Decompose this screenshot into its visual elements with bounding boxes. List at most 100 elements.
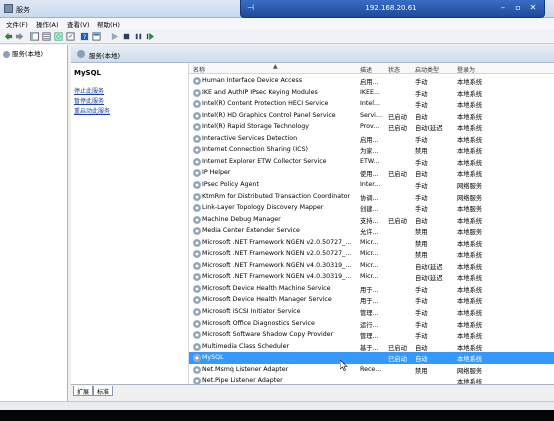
table-row[interactable]: Microsoft .NET Framework NGEN v4.0.30319… <box>189 271 554 283</box>
service-startup-type-cell: 手动 <box>415 206 428 214</box>
service-startup-type-cell: 自动 <box>415 217 428 225</box>
table-row[interactable]: Microsoft .NET Framework NGEN v4.0.30319… <box>189 260 554 272</box>
column-status[interactable]: 状态 <box>388 65 400 74</box>
minimize-icon[interactable]: – <box>498 3 508 13</box>
service-logon-cell: 本地系统 <box>457 263 483 271</box>
table-row[interactable]: Net.Msmq Listener Adapter Rece... 禁用 网络服务 <box>189 364 554 376</box>
restart-service-icon[interactable] <box>146 32 155 41</box>
remote-desktop-bar[interactable]: ⊣ 192.168.20.61 – ▫ ✕ <box>240 0 545 18</box>
help-icon[interactable]: ? <box>80 32 89 41</box>
service-description-cell: IKEE... <box>360 88 380 96</box>
service-gear-icon <box>193 169 201 178</box>
column-startup-type[interactable]: 启动类型 <box>415 65 439 74</box>
tree-node-services-local[interactable]: 服务(本地) <box>3 48 43 58</box>
table-row[interactable]: Microsoft Software Shadow Copy Provider 管… <box>189 329 554 341</box>
service-logon-cell: 本地系统 <box>457 356 483 364</box>
service-logon-cell: 本地服务 <box>457 229 483 237</box>
services-gear-icon <box>77 50 85 58</box>
window-title: 服务 <box>16 6 30 14</box>
table-row[interactable]: Intel(R) Content Protection HECI Service… <box>189 98 554 110</box>
service-name-cell: IP Helper <box>202 169 231 177</box>
pin-icon[interactable]: ⊣ <box>247 3 257 13</box>
show-hide-tree-icon[interactable] <box>30 32 39 41</box>
table-row[interactable]: Microsoft .NET Framework NGEN v2.0.50727… <box>189 248 554 260</box>
table-row[interactable]: KtmRm for Distributed Transaction Coordi… <box>189 191 554 203</box>
table-header: ▲ 名称 描述 状态 启动类型 登录为 <box>189 63 554 74</box>
table-row[interactable]: IP Helper 使用... 已启动 自动 本地系统 <box>189 167 554 179</box>
service-startup-type-cell: 自动 <box>415 171 428 179</box>
pause-service-icon[interactable] <box>134 32 143 41</box>
column-name[interactable]: 名称 <box>193 65 205 74</box>
column-log-on-as[interactable]: 登录为 <box>457 65 475 74</box>
table-row[interactable]: Microsoft Office Diagnostics Service 运行..… <box>189 318 554 330</box>
export-list-icon[interactable] <box>66 32 75 41</box>
service-description-cell: Rece... <box>360 365 382 373</box>
pause-service-link[interactable]: 暂停此服务 <box>74 96 104 105</box>
service-name-cell: Internet Explorer ETW Collector Service <box>202 157 327 165</box>
restore-icon[interactable]: ▫ <box>513 3 523 13</box>
service-gear-icon <box>193 238 201 247</box>
table-row[interactable]: Intel(R) Rapid Storage Technology Prov...… <box>189 121 554 133</box>
service-logon-cell: 本地系统 <box>457 321 483 329</box>
service-gear-icon <box>193 192 201 201</box>
service-name-cell: Microsoft iSCSI Initiator Service <box>202 308 301 315</box>
menu-help[interactable]: 帮助(H) <box>97 19 120 29</box>
service-status-cell: 已启动 <box>388 217 407 225</box>
service-name-cell: Microsoft .NET Framework NGEN v2.0.50727… <box>202 238 352 246</box>
service-startup-type-cell: 手动 <box>415 333 428 341</box>
tab-standard[interactable]: 标准 <box>93 386 114 396</box>
table-row[interactable]: MySQL 已启动 自动 本地系统 <box>189 352 554 364</box>
service-logon-cell: 本地系统 <box>457 344 483 352</box>
table-row[interactable]: Intel(R) HD Graphics Control Panel Servi… <box>189 110 554 122</box>
table-row[interactable]: Media Center Extender Service 允许... 禁用 本地服务 <box>189 225 554 237</box>
forward-icon[interactable] <box>15 32 24 41</box>
svg-text:?: ? <box>83 34 86 41</box>
service-status-cell: 已启动 <box>388 113 407 121</box>
back-icon[interactable] <box>4 32 13 41</box>
service-logon-cell: 本地系统 <box>457 136 483 144</box>
menu-action[interactable]: 操作(A) <box>36 19 59 29</box>
table-row[interactable]: Machine Debug Manager 支持... 已启动 自动 本地系统 <box>189 214 554 226</box>
start-service-icon[interactable] <box>110 32 119 41</box>
close-icon[interactable]: ✕ <box>528 3 538 13</box>
tab-extended[interactable]: 扩展 <box>73 386 94 396</box>
service-gear-icon <box>193 204 201 213</box>
table-row[interactable]: Link-Layer Topology Discovery Mapper 创建..… <box>189 202 554 214</box>
table-row[interactable]: Multimedia Class Scheduler 基于... 已启动 自动 本地系统 <box>189 341 554 353</box>
table-row[interactable]: Microsoft Device Health Machine Service 用… <box>189 283 554 295</box>
service-name-cell: Machine Debug Manager <box>202 215 281 223</box>
service-gear-icon <box>193 365 201 374</box>
table-row[interactable]: IPsec Policy Agent Inter... 手动 网络服务 <box>189 179 554 191</box>
console-icon[interactable] <box>92 32 101 41</box>
table-row[interactable]: Interactive Services Detection 启用... 手动 本地系… <box>189 133 554 145</box>
refresh-icon[interactable] <box>54 32 63 41</box>
service-gear-icon <box>193 146 201 155</box>
services-window: 服务 ⊣ 192.168.20.61 – ▫ ✕ 文件(F) 操作(A) 查看(… <box>0 0 554 410</box>
table-row[interactable]: Microsoft Device Health Manager Service 用… <box>189 294 554 306</box>
table-row[interactable]: Microsoft iSCSI Initiator Service 管理... 手动… <box>189 306 554 318</box>
table-row[interactable]: Net.Pipe Listener Adapter 本地系统 <box>189 375 554 384</box>
service-gear-icon <box>193 354 201 363</box>
mouse-cursor-icon <box>340 360 348 371</box>
service-startup-type-cell: 手动 <box>415 102 428 110</box>
restart-service-link[interactable]: 重启动此服务 <box>74 106 110 115</box>
service-startup-type-cell: 手动 <box>415 159 428 167</box>
table-row[interactable]: IKE and AuthIP IPsec Keying Modules IKEE.… <box>189 87 554 99</box>
stop-service-link[interactable]: 停止此服务 <box>74 86 104 95</box>
menu-file[interactable]: 文件(F) <box>6 19 28 29</box>
menu-view[interactable]: 查看(V) <box>67 19 90 29</box>
properties-icon[interactable] <box>42 32 51 41</box>
service-gear-icon <box>193 308 201 316</box>
service-gear-icon <box>193 100 201 109</box>
service-startup-type-cell: 手动 <box>415 310 428 317</box>
stop-service-icon[interactable] <box>122 32 131 41</box>
service-gear-icon <box>193 296 201 305</box>
service-name-cell: Intel(R) HD Graphics Control Panel Servi… <box>202 111 336 119</box>
table-row[interactable]: Human Interface Device Access 启用... 手动 本地系统 <box>189 75 554 87</box>
column-description[interactable]: 描述 <box>360 65 372 74</box>
table-row[interactable]: Internet Explorer ETW Collector Service E… <box>189 156 554 168</box>
service-description-cell: 为家... <box>360 148 379 156</box>
services-gear-icon <box>3 50 10 58</box>
table-row[interactable]: Internet Connection Sharing (ICS) 为家... 禁用… <box>189 144 554 156</box>
table-row[interactable]: Microsoft .NET Framework NGEN v2.0.50727… <box>189 237 554 249</box>
